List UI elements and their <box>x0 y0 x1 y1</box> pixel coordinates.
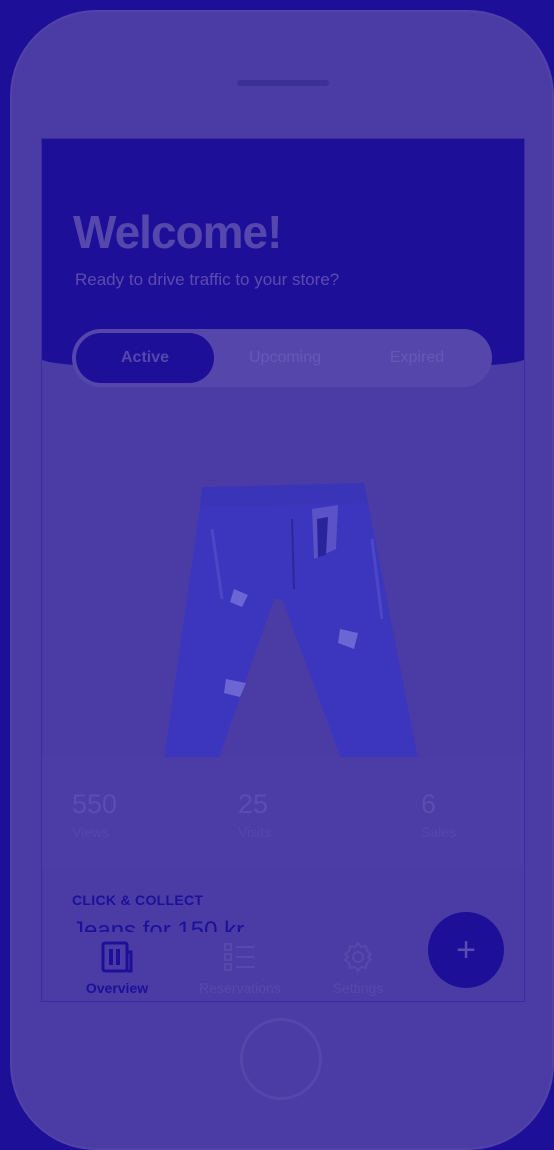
home-button[interactable] <box>240 1018 322 1100</box>
stat-label: Sales <box>421 824 457 840</box>
tab-upcoming[interactable]: Upcoming <box>232 333 338 383</box>
phone-frame: Welcome! Ready to drive traffic to your … <box>10 10 554 1150</box>
nav-reservations[interactable]: Reservations <box>182 940 298 996</box>
list-icon <box>224 943 255 971</box>
stat-value: 6 <box>421 789 437 819</box>
nav-settings[interactable]: Settings <box>318 940 398 996</box>
offer-category: CLICK & COLLECT <box>72 892 204 908</box>
stat-label: Visits <box>238 824 272 840</box>
stat-visits: 25 Visits <box>238 789 271 840</box>
app-screen: Welcome! Ready to drive traffic to your … <box>41 138 525 1002</box>
page-title: Welcome! <box>73 206 282 258</box>
status-tabs: Active Upcoming Expired <box>72 329 492 387</box>
nav-label: Overview <box>85 980 149 996</box>
stat-value: 550 <box>72 789 118 819</box>
gear-icon <box>344 942 372 972</box>
stat-sales: 6 Sales <box>421 789 456 840</box>
nav-overview[interactable]: Overview <box>70 940 164 996</box>
overview-icon <box>101 941 133 973</box>
nav-label: Reservations <box>199 980 281 996</box>
tab-expired[interactable]: Expired <box>362 333 472 383</box>
stat-value: 25 <box>238 789 269 819</box>
add-offer-button[interactable]: + <box>428 912 504 988</box>
page-subtitle: Ready to drive traffic to your store? <box>75 270 340 289</box>
stat-views: 550 Views <box>72 789 117 840</box>
tab-active[interactable]: Active <box>76 333 214 383</box>
speaker-grille <box>237 80 329 86</box>
nav-label: Settings <box>332 980 384 996</box>
jeans-icon <box>164 483 418 761</box>
stat-label: Views <box>72 824 110 840</box>
